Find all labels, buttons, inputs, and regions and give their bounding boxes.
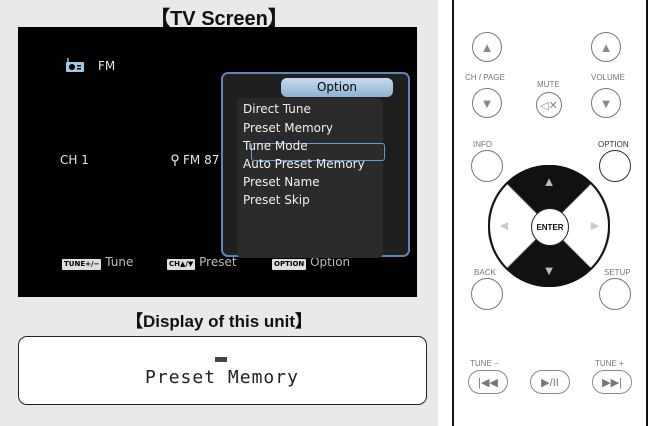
play-pause-icon: ▶/II <box>541 376 559 389</box>
cursor-left-button[interactable]: ◀ <box>496 219 512 235</box>
preset-hint-label: Preset <box>199 255 237 269</box>
volume-label: VOLUME <box>591 73 625 82</box>
tune-minus-button[interactable]: |◀◀ <box>468 370 508 394</box>
menu-item-preset-skip[interactable]: Preset Skip <box>243 193 310 207</box>
option-label: OPTION <box>598 140 629 149</box>
menu-item-preset-memory[interactable]: Preset Memory <box>243 121 333 135</box>
play-pause-button[interactable]: ▶/II <box>530 370 570 394</box>
menu-item-tune-mode[interactable]: Tune Mode <box>243 139 308 153</box>
source-label: FM <box>98 59 116 73</box>
menu-item-auto-preset-memory[interactable]: Auto Preset Memory <box>243 157 365 171</box>
ch-page-up-button[interactable]: ▲ <box>472 32 502 62</box>
preset-pin-icon <box>170 153 180 166</box>
tv-screen: FM CH 1 FM 87 ng TUNE+/− Tune CH▲/▼ Pres… <box>18 27 417 297</box>
channel-label: CH 1 <box>60 153 89 167</box>
cursor-right-button[interactable]: ▶ <box>587 219 603 235</box>
tune-plus-label: TUNE + <box>595 359 624 368</box>
setup-label: SETUP <box>604 268 631 277</box>
ch-badge: CH▲/▼ <box>167 259 196 270</box>
display-text: Preset Memory <box>145 367 299 388</box>
enter-button[interactable]: ENTER <box>531 208 569 246</box>
display-heading: 【Display of this unit】 <box>125 312 313 331</box>
skip-back-icon: |◀◀ <box>478 376 498 389</box>
back-label: BACK <box>474 268 496 277</box>
preset-hint: CH▲/▼ Preset <box>167 255 237 270</box>
enter-label: ENTER <box>536 222 564 232</box>
volume-up-button[interactable]: ▲ <box>591 32 621 62</box>
radio-icon <box>65 57 85 72</box>
ch-page-down-button[interactable]: ▼ <box>472 88 502 118</box>
frequency-label: FM 87 <box>183 153 220 167</box>
display-indicator-icon <box>215 357 227 362</box>
back-button[interactable] <box>471 278 503 310</box>
tune-hint: TUNE+/− Tune <box>62 255 133 270</box>
volume-down-button[interactable]: ▼ <box>591 88 621 118</box>
option-badge: OPTION <box>272 259 307 270</box>
menu-item-direct-tune[interactable]: Direct Tune <box>243 102 311 116</box>
cursor-down-button[interactable]: ▼ <box>538 263 560 279</box>
tune-badge: TUNE+/− <box>62 259 102 270</box>
unit-display: Preset Memory <box>18 336 427 405</box>
mute-button[interactable]: ◁✕ <box>536 92 562 118</box>
remote-edge-left <box>452 0 454 426</box>
mute-label: MUTE <box>537 80 560 89</box>
tune-plus-button[interactable]: ▶▶| <box>592 370 632 394</box>
info-label: INFO <box>473 140 493 149</box>
remote-edge-right <box>646 0 648 426</box>
ch-page-label: CH / PAGE <box>465 73 505 82</box>
menu-item-preset-name[interactable]: Preset Name <box>243 175 320 189</box>
tune-minus-label: TUNE − <box>470 359 499 368</box>
option-menu-title: Option <box>281 78 393 97</box>
mute-icon: ◁✕ <box>540 99 558 112</box>
option-menu: Option Direct Tune Preset Memory Tune Mo… <box>221 72 410 258</box>
tune-hint-label: Tune <box>105 255 134 269</box>
setup-button[interactable] <box>599 278 631 310</box>
cursor-up-button[interactable]: ▲ <box>538 174 560 190</box>
skip-forward-icon: ▶▶| <box>602 376 622 389</box>
